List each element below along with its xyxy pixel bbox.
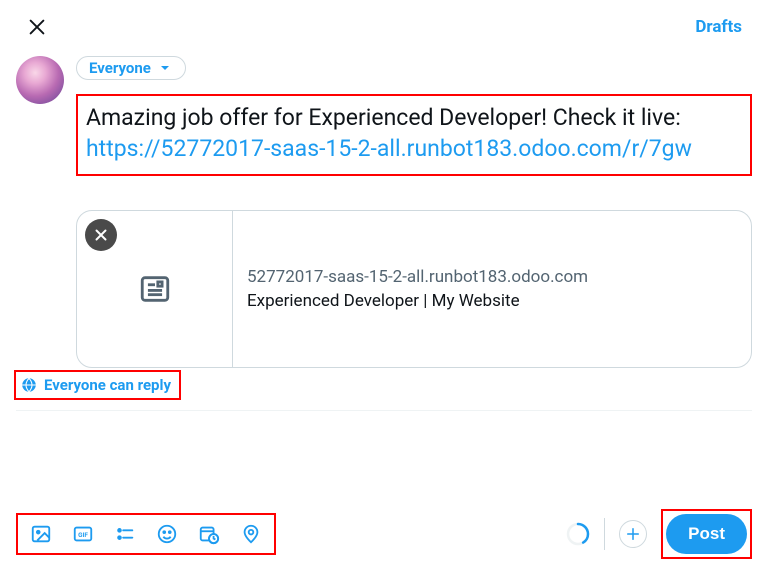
post-button[interactable]: Post — [666, 514, 747, 554]
reply-settings-button[interactable]: Everyone can reply — [14, 370, 181, 400]
gif-button[interactable]: GIF — [72, 523, 94, 545]
compose-text-link: https://52772017-saas-15-2-all.runbot183… — [86, 135, 692, 162]
globe-icon — [20, 376, 38, 394]
gif-icon: GIF — [72, 523, 94, 545]
article-icon — [138, 272, 172, 306]
media-button[interactable] — [30, 523, 52, 545]
link-preview-title: Experienced Developer | My Website — [247, 291, 737, 311]
schedule-button[interactable] — [198, 523, 220, 545]
schedule-icon — [198, 523, 220, 545]
link-preview-domain: 52772017-saas-15-2-all.runbot183.odoo.co… — [247, 267, 737, 287]
drafts-link[interactable]: Drafts — [695, 17, 752, 37]
add-thread-button[interactable] — [619, 520, 647, 548]
audience-selector[interactable]: Everyone — [76, 56, 186, 80]
close-icon — [92, 226, 110, 244]
close-icon — [26, 16, 48, 38]
emoji-icon — [156, 523, 178, 545]
poll-button[interactable] — [114, 523, 136, 545]
link-preview-card[interactable]: 52772017-saas-15-2-all.runbot183.odoo.co… — [76, 210, 752, 368]
reply-settings-label: Everyone can reply — [44, 378, 171, 393]
avatar[interactable] — [16, 56, 64, 104]
compose-toolbar: GIF — [16, 513, 276, 555]
compose-text-plain: Amazing job offer for Experienced Develo… — [86, 104, 681, 131]
emoji-button[interactable] — [156, 523, 178, 545]
close-button[interactable] — [20, 10, 54, 44]
location-icon — [240, 523, 262, 545]
compose-text[interactable]: Amazing job offer for Experienced Develo… — [76, 94, 752, 176]
chevron-down-icon — [157, 60, 173, 76]
remove-card-button[interactable] — [85, 219, 117, 251]
audience-label: Everyone — [89, 59, 151, 77]
location-button[interactable] — [240, 523, 262, 545]
separator — [604, 518, 605, 550]
poll-icon — [114, 523, 136, 545]
character-count-ring — [566, 522, 590, 546]
divider — [16, 410, 752, 411]
plus-icon — [624, 525, 642, 543]
svg-text:GIF: GIF — [78, 531, 88, 539]
image-icon — [30, 523, 52, 545]
